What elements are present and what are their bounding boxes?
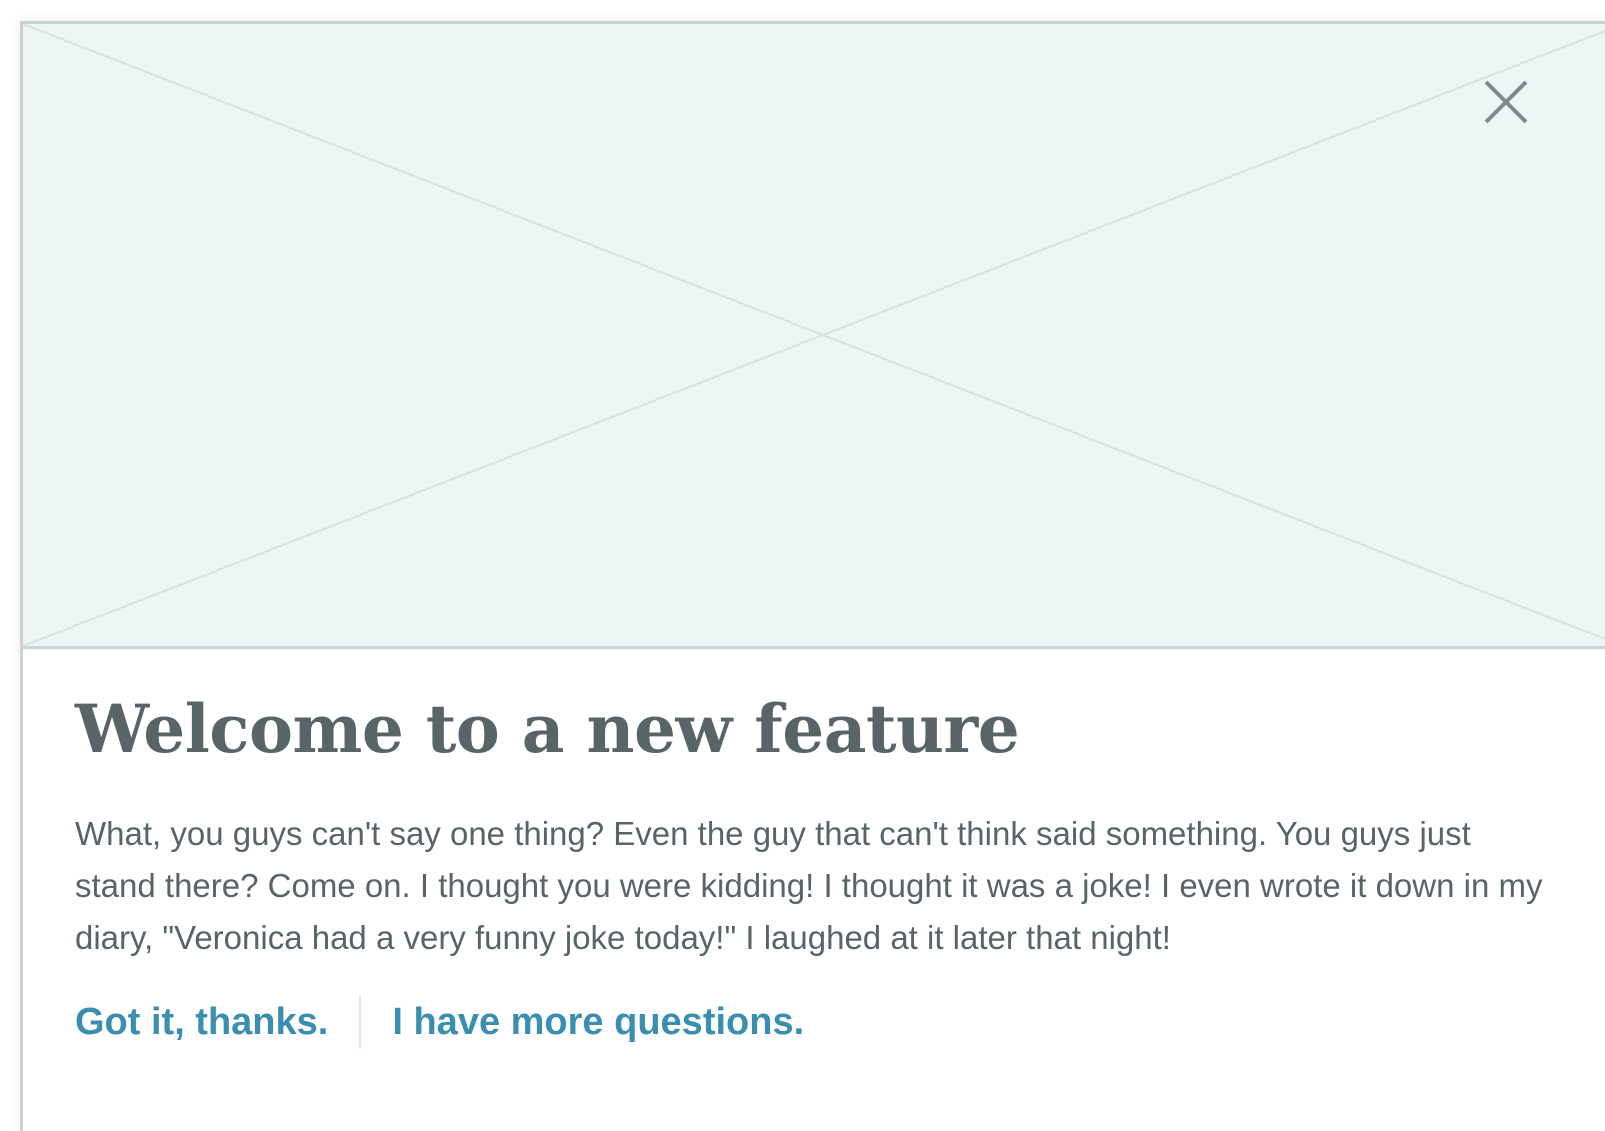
modal-body-text: What, you guys can't say one thing? Even… (75, 815, 1543, 956)
close-icon (1484, 80, 1528, 124)
close-button[interactable] (1483, 79, 1529, 125)
modal-actions: Got it, thanks. I have more questions. (75, 994, 1555, 1050)
hero-image-placeholder (23, 24, 1605, 649)
image-placeholder-icon (23, 24, 1605, 646)
modal-content: Welcome to a new feature What, you guys … (75, 684, 1555, 1050)
modal-title: Welcome to a new feature (75, 690, 1020, 768)
actions-divider (359, 995, 362, 1049)
got-it-button[interactable]: Got it, thanks. (75, 1001, 328, 1044)
feature-announcement-modal: Welcome to a new feature What, you guys … (20, 21, 1605, 1131)
more-questions-button[interactable]: I have more questions. (392, 1001, 804, 1044)
